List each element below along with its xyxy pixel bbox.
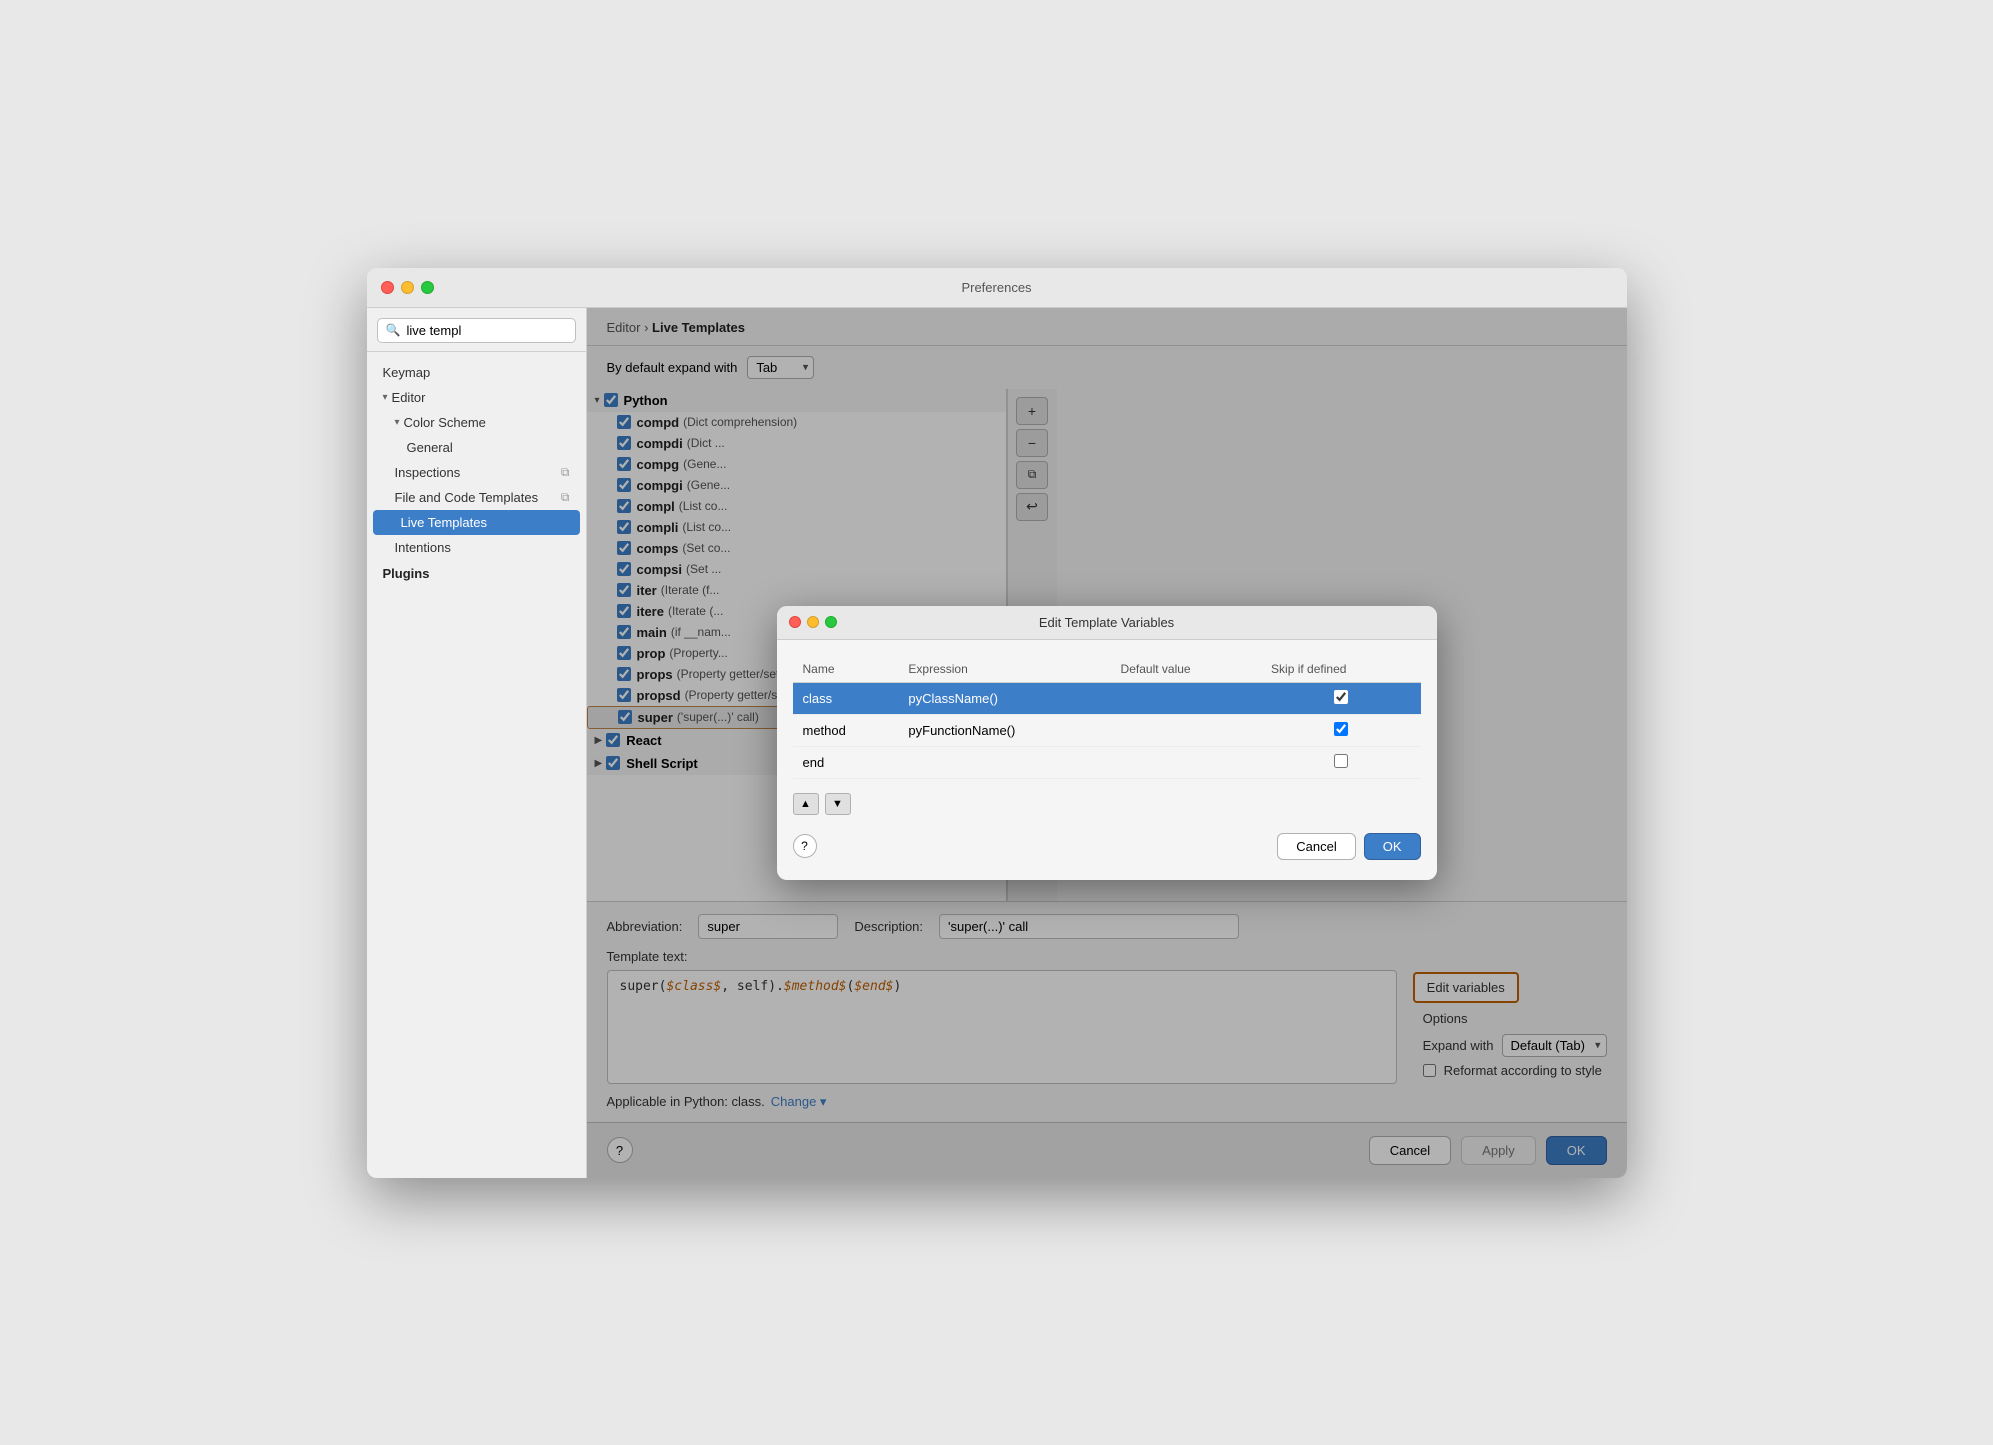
search-input-wrap: 🔍 live templ ✕ [377,318,576,343]
table-row-method[interactable]: method pyFunctionName() [793,714,1421,746]
move-down-button[interactable]: ▼ [825,793,851,815]
table-row-class[interactable]: class pyClassName() [793,682,1421,714]
sidebar-item-live-templates-label: Live Templates [401,515,487,530]
row-end-skip-checkbox[interactable] [1334,754,1348,768]
modal-move-btns: ▲ ▼ [793,793,1421,815]
chevron-down-icon: ▾ [383,392,388,403]
sidebar-item-file-code-templates[interactable]: File and Code Templates ⧉ [367,485,586,510]
modal-overlay: Edit Template Variables Name Expression … [587,308,1627,1178]
sidebar-item-live-templates[interactable]: Live Templates [373,510,580,535]
row-class-default [1111,682,1261,714]
sidebar-item-file-code-templates-label: File and Code Templates [395,490,539,505]
row-method-skip [1261,714,1420,746]
title-bar: Preferences [367,268,1627,308]
modal-maximize-button[interactable] [825,616,837,628]
sidebar: 🔍 live templ ✕ Keymap ▾ Editor ▾ Color S… [367,308,587,1178]
modal-ok-button[interactable]: OK [1364,833,1421,860]
sidebar-item-color-scheme-label: Color Scheme [404,415,486,430]
modal-minimize-button[interactable] [807,616,819,628]
col-default: Default value [1111,656,1261,683]
row-class-expression: pyClassName() [898,682,1110,714]
modal-title: Edit Template Variables [1039,615,1174,630]
modal-body: Name Expression Default value Skip if de… [777,640,1437,880]
row-method-expression: pyFunctionName() [898,714,1110,746]
modal-footer: ? Cancel OK [793,825,1421,864]
col-name: Name [793,656,899,683]
sidebar-item-inspections[interactable]: Inspections ⧉ [367,460,586,485]
modal-title-bar: Edit Template Variables [777,606,1437,640]
col-expression: Expression [898,656,1110,683]
maximize-button[interactable] [421,281,434,294]
traffic-lights [381,281,434,294]
row-end-skip [1261,746,1420,778]
window-title: Preferences [961,280,1031,295]
move-up-button[interactable]: ▲ [793,793,819,815]
chevron-right-icon: ▾ [395,417,400,428]
preferences-window: Preferences 🔍 live templ ✕ Keymap ▾ Edit… [367,268,1627,1178]
sidebar-item-color-scheme[interactable]: ▾ Color Scheme [367,410,586,435]
modal-help-button[interactable]: ? [793,834,817,858]
sidebar-section-plugins: Plugins [367,560,586,587]
sidebar-item-editor-label: Editor [392,390,426,405]
row-class-skip-checkbox[interactable] [1334,690,1348,704]
minimize-button[interactable] [401,281,414,294]
modal-table: Name Expression Default value Skip if de… [793,656,1421,779]
modal-traffic-lights [789,616,837,628]
sidebar-nav: Keymap ▾ Editor ▾ Color Scheme General I… [367,352,586,595]
modal-action-btns: Cancel OK [1277,833,1420,860]
row-class-skip [1261,682,1420,714]
content-wrapper: Editor › Live Templates By default expan… [587,308,1627,1178]
row-method-name: method [793,714,899,746]
col-skip: Skip if defined [1261,656,1420,683]
copy2-icon: ⧉ [561,490,570,505]
modal-cancel-button[interactable]: Cancel [1277,833,1355,860]
modal-close-button[interactable] [789,616,801,628]
row-end-name: end [793,746,899,778]
sidebar-item-general[interactable]: General [367,435,586,460]
edit-template-variables-modal: Edit Template Variables Name Expression … [777,606,1437,880]
row-class-name: class [793,682,899,714]
sidebar-item-editor[interactable]: ▾ Editor [367,385,586,410]
search-input[interactable]: live templ [406,323,582,338]
search-icon: 🔍 [386,323,401,337]
sidebar-item-inspections-label: Inspections [395,465,461,480]
copy-icon: ⧉ [561,465,570,480]
row-method-skip-checkbox[interactable] [1334,722,1348,736]
sidebar-item-intentions[interactable]: Intentions [367,535,586,560]
close-button[interactable] [381,281,394,294]
sidebar-item-general-label: General [407,440,453,455]
table-row-end[interactable]: end [793,746,1421,778]
row-end-expression [898,746,1110,778]
row-end-default [1111,746,1261,778]
sidebar-item-keymap-label: Keymap [383,365,431,380]
search-bar: 🔍 live templ ✕ [367,308,586,352]
main-content: 🔍 live templ ✕ Keymap ▾ Editor ▾ Color S… [367,308,1627,1178]
sidebar-item-keymap[interactable]: Keymap [367,360,586,385]
sidebar-item-intentions-label: Intentions [395,540,451,555]
row-method-default [1111,714,1261,746]
